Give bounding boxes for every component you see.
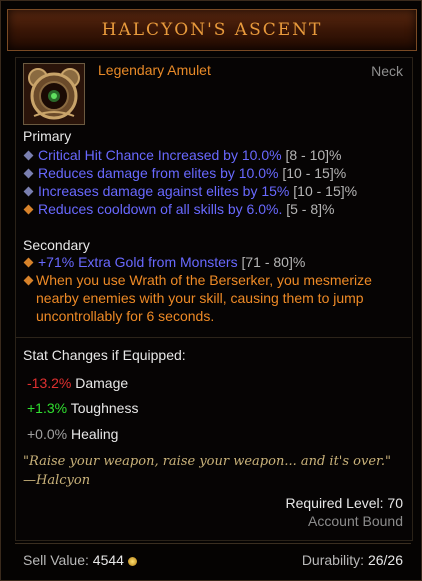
stat-changes-heading: Stat Changes if Equipped: [23,347,186,363]
gold-coin-icon [127,556,137,566]
flavor-author: —Halcyon [23,473,91,488]
diamond-bullet-icon [23,275,34,286]
diamond-bullet-icon [23,150,34,161]
primary-affix: Reduces damage from elites by 10.0% [10 … [23,164,408,182]
stat-change-toughness: +1.3% Toughness [27,400,139,416]
item-type: Legendary Amulet [98,62,211,78]
diamond-bullet-icon [23,186,34,197]
flavor-quote: "Raise your weapon, raise your weapon...… [23,454,391,469]
item-name: HALCYON'S ASCENT [101,20,323,40]
durability: Durability: 26/26 [301,552,403,568]
sell-value: Sell Value: 4544 [23,552,137,568]
primary-affix: Increases damage against elites by 15% [… [23,182,408,200]
primary-affix: Reduces cooldown of all skills by 6.0%. … [23,200,408,218]
stat-change-healing: +0.0% Healing [27,426,119,442]
required-level: Required Level: 70 [285,495,403,511]
account-bound: Account Bound [308,513,403,529]
stat-change-damage: -13.2% Damage [27,375,129,391]
tooltip-footer: Sell Value: 4544 Durability: 26/26 [15,543,411,574]
item-slot: Neck [371,63,403,79]
primary-heading: Primary [23,128,72,144]
amulet-icon [23,63,85,125]
diamond-bullet-icon [23,257,34,268]
primary-affix: Critical Hit Chance Increased by 10.0% [… [23,146,408,164]
legendary-power: When you use Wrath of the Berserker, you… [36,272,372,324]
diamond-bullet-icon [23,204,34,215]
item-tooltip: HALCYON'S ASCENT Legendary Amulet Neck P… [0,0,422,581]
item-title-banner: HALCYON'S ASCENT [7,9,417,51]
secondary-affix: +71% Extra Gold from Monsters [71 - 80]% [23,253,408,271]
diamond-bullet-icon [23,168,34,179]
divider [15,337,411,338]
flavor-text: "Raise your weapon, raise your weapon...… [23,452,408,490]
secondary-heading: Secondary [23,237,90,253]
